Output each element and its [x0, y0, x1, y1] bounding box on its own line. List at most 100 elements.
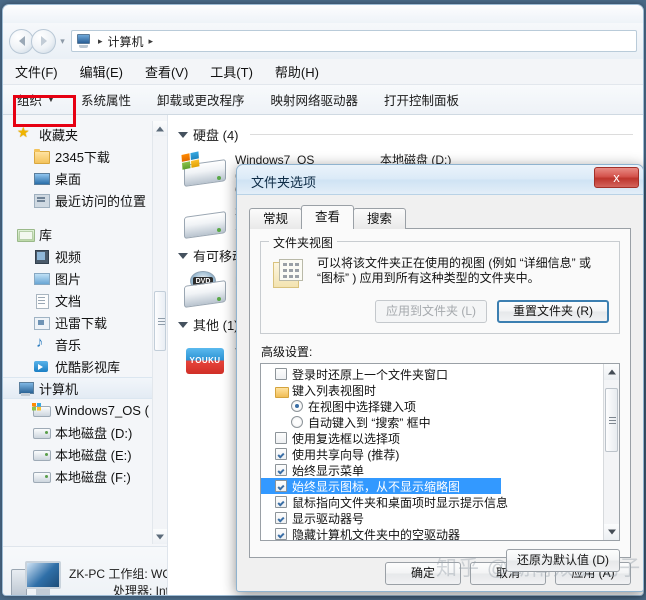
- apply-to-folders-button[interactable]: 应用到文件夹 (L): [374, 300, 487, 323]
- tab-view[interactable]: 查看: [301, 205, 355, 229]
- sidebar-item-9[interactable]: 音乐: [3, 333, 167, 355]
- checkbox-icon[interactable]: [275, 480, 287, 492]
- checkbox-icon[interactable]: [275, 368, 287, 380]
- radio-icon[interactable]: [291, 400, 303, 412]
- advanced-setting-row-8[interactable]: 鼠标指向文件夹和桌面项时显示提示信息: [261, 494, 619, 510]
- group-header-other-label: 其他 (1): [193, 318, 239, 333]
- toolbar-map-network-drive[interactable]: 映射网络驱动器: [270, 90, 358, 109]
- address-bar[interactable]: ▸ 计算机 ▸: [71, 30, 637, 52]
- advanced-setting-label: 显示驱动器号: [292, 511, 365, 526]
- advanced-settings-items: 登录时还原上一个文件夹窗口 键入列表视图时 在视图中选择键入项 自动键入到 “搜索” …: [261, 364, 619, 540]
- collapse-triangle-icon[interactable]: [178, 252, 188, 259]
- tab-strip: 常规 查看 搜索: [249, 205, 631, 229]
- sidebar-item-2[interactable]: 桌面: [3, 167, 167, 189]
- toolbar-system-properties[interactable]: 系统属性: [81, 90, 131, 109]
- adv-scroll-thumb[interactable]: [605, 388, 618, 452]
- forward-button[interactable]: [31, 28, 56, 54]
- breadcrumb-computer[interactable]: 计算机: [106, 33, 146, 50]
- folder-views-group: 文件夹视图 可以将该文件夹正在使用的视图 (例如 “详细信息” 或 “图标” )…: [260, 234, 620, 334]
- advanced-setting-row-3[interactable]: 自动键入到 “搜索” 框中: [261, 414, 619, 430]
- collapse-triangle-icon[interactable]: [178, 321, 188, 328]
- sidebar-item-10[interactable]: 优酷影视库: [3, 355, 167, 377]
- youku-folder-icon: YOUKU: [182, 340, 228, 380]
- advanced-setting-row-6[interactable]: 始终显示菜单: [261, 462, 619, 478]
- nav-scroll-up-icon[interactable]: [153, 121, 167, 136]
- details-pane: ZK-PC 工作组: WORKGROU 处理器: Intel(R) Core: [3, 546, 167, 595]
- advanced-setting-row-7[interactable]: 始终显示图标，从不显示缩略图: [261, 478, 501, 494]
- sidebar-item-1[interactable]: 2345下载: [3, 145, 167, 167]
- checkbox-icon[interactable]: [275, 432, 287, 444]
- computer-large-icon: [9, 559, 65, 595]
- sidebar-item-0[interactable]: 收藏夹: [3, 123, 167, 145]
- toolbar-uninstall-change-program[interactable]: 卸载或更改程序: [157, 90, 245, 109]
- sidebar-item-label: 桌面: [55, 171, 82, 187]
- recent-pages-dropdown-icon[interactable]: ▾: [56, 36, 69, 47]
- toolbar-open-control-panel[interactable]: 打开控制面板: [384, 90, 459, 109]
- sidebar-item-7[interactable]: 文档: [3, 289, 167, 311]
- menu-item-tools[interactable]: 工具(T): [210, 62, 253, 81]
- computer-icon: [17, 381, 34, 396]
- advanced-setting-row-5[interactable]: 使用共享向导 (推荐): [261, 446, 619, 462]
- menu-item-help[interactable]: 帮助(H): [275, 62, 319, 81]
- hard-drive-icon: [33, 447, 51, 462]
- advanced-settings-scrollbar[interactable]: [603, 364, 619, 540]
- checkbox-icon[interactable]: [275, 464, 287, 476]
- sidebar-item-13[interactable]: 本地磁盘 (D:): [3, 421, 167, 443]
- group-header-hdd[interactable]: 硬盘 (4): [168, 125, 643, 144]
- advanced-setting-row-1[interactable]: 键入列表视图时: [261, 382, 619, 398]
- sidebar-item-6[interactable]: 图片: [3, 267, 167, 289]
- navigation-tree: 收藏夹 2345下载桌面最近访问的位置库视频图片文档迅雷下载音乐优酷影视库计算机 W…: [3, 115, 167, 487]
- checkbox-icon[interactable]: [275, 448, 287, 460]
- menu-bar: 文件(F) 编辑(E) 查看(V) 工具(T) 帮助(H): [3, 59, 643, 85]
- sidebar-item-4[interactable]: 库: [3, 223, 167, 245]
- sidebar-item-5[interactable]: 视频: [3, 245, 167, 267]
- radio-icon[interactable]: [291, 416, 303, 428]
- navigation-scrollbar[interactable]: [152, 121, 167, 544]
- sidebar-item-3[interactable]: 最近访问的位置: [3, 189, 167, 211]
- tab-general[interactable]: 常规: [249, 208, 303, 229]
- advanced-setting-label: 使用共享向导 (推荐): [292, 447, 400, 462]
- advanced-setting-row-10[interactable]: 隐藏计算机文件夹中的空驱动器: [261, 526, 619, 540]
- breadcrumb-separator-1: ▸: [98, 35, 103, 46]
- advanced-setting-row-4[interactable]: 使用复选框以选择项: [261, 430, 619, 446]
- music-icon: [33, 334, 50, 352]
- menu-item-edit[interactable]: 编辑(E): [80, 62, 123, 81]
- close-icon[interactable]: x: [594, 167, 639, 188]
- navigation-pane: 收藏夹 2345下载桌面最近访问的位置库视频图片文档迅雷下载音乐优酷影视库计算机 W…: [3, 115, 168, 595]
- restore-defaults-button[interactable]: 还原为默认值 (D): [506, 549, 620, 572]
- organize-button[interactable]: 组织 ▼: [17, 90, 55, 109]
- breadcrumb-separator-2[interactable]: ▸: [146, 36, 157, 47]
- collapse-triangle-icon[interactable]: [178, 131, 188, 138]
- checkbox-icon[interactable]: [275, 512, 287, 524]
- dialog-body: 常规 查看 搜索 文件夹视图 可以将该文件夹正在使用的视图 (例如 “详细信息”…: [237, 195, 643, 591]
- sidebar-item-8[interactable]: 迅雷下载: [3, 311, 167, 333]
- sidebar-item-label: 本地磁盘 (D:): [55, 425, 133, 441]
- menu-item-file[interactable]: 文件(F): [15, 62, 58, 81]
- tab-search[interactable]: 搜索: [353, 208, 407, 229]
- group-divider: [249, 134, 633, 135]
- sidebar-item-15[interactable]: 本地磁盘 (F:): [3, 465, 167, 487]
- checkbox-icon[interactable]: [275, 528, 287, 540]
- checkbox-icon[interactable]: [275, 496, 287, 508]
- folder-views-group-label: 文件夹视图: [269, 234, 338, 251]
- advanced-setting-row-0[interactable]: 登录时还原上一个文件夹窗口: [261, 366, 619, 382]
- sidebar-item-11[interactable]: 计算机: [3, 377, 167, 399]
- adv-scroll-down-icon[interactable]: [604, 524, 619, 540]
- advanced-setting-label: 鼠标指向文件夹和桌面项时显示提示信息: [292, 495, 509, 510]
- advanced-setting-row-9[interactable]: 显示驱动器号: [261, 510, 619, 526]
- hard-drive-icon: [33, 425, 51, 440]
- advanced-setting-row-2[interactable]: 在视图中选择键入项: [261, 398, 619, 414]
- advanced-settings-list[interactable]: 登录时还原上一个文件夹窗口 键入列表视图时 在视图中选择键入项 自动键入到 “搜索” …: [260, 363, 620, 541]
- sidebar-item-label: 本地磁盘 (E:): [55, 447, 132, 463]
- pictures-icon: [33, 271, 50, 286]
- sidebar-item-14[interactable]: 本地磁盘 (E:): [3, 443, 167, 465]
- advanced-setting-label: 始终显示图标，从不显示缩略图: [292, 479, 461, 494]
- sidebar-item-12[interactable]: Windows7_OS (: [3, 399, 167, 421]
- dialog-title-bar[interactable]: 文件夹选项 x: [237, 165, 643, 195]
- nav-scroll-down-icon[interactable]: [153, 529, 167, 544]
- video-icon: [33, 249, 50, 264]
- reset-folders-button[interactable]: 重置文件夹 (R): [497, 300, 609, 323]
- nav-scroll-thumb[interactable]: [154, 291, 166, 351]
- adv-scroll-up-icon[interactable]: [604, 364, 619, 380]
- menu-item-view[interactable]: 查看(V): [145, 62, 188, 81]
